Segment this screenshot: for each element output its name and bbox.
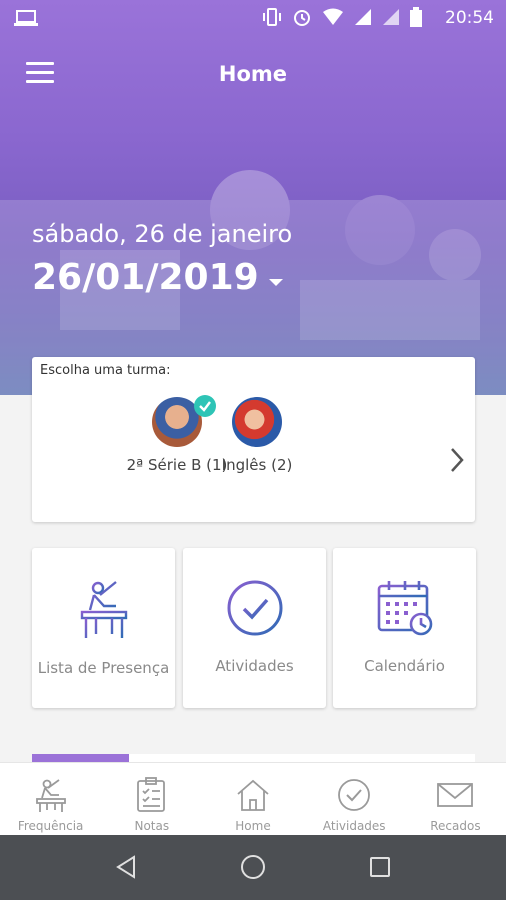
status-bar: 20:54 — [0, 0, 506, 36]
class-item-ingles[interactable]: Inglês (2) — [202, 397, 312, 475]
date-picker[interactable]: 26/01/2019 — [32, 257, 283, 298]
signal-icon — [354, 8, 372, 30]
wifi-icon — [322, 8, 344, 30]
signal-2-icon — [382, 8, 400, 30]
class-selector-title: Escolha uma turma: — [40, 363, 171, 378]
home-circle-icon[interactable] — [241, 855, 265, 879]
back-icon[interactable] — [115, 855, 137, 883]
tile-calendar[interactable]: Calendário — [333, 548, 476, 708]
clipboard-icon — [134, 777, 170, 817]
nav-item-frequencia[interactable]: Frequência — [0, 763, 101, 835]
nav-item-recados[interactable]: Recados — [405, 763, 506, 835]
class-avatar — [232, 397, 282, 447]
tile-label: Atividades — [215, 657, 294, 675]
desk-student-icon — [33, 779, 69, 817]
nav-item-notas[interactable]: Notas — [101, 763, 202, 835]
calendar-clock-icon — [333, 578, 476, 642]
vibrate-icon — [262, 7, 282, 31]
nav-label: Home — [235, 819, 271, 833]
app-bar: Home — [0, 50, 506, 100]
class-selector-card: Escolha uma turma: 2ª Série B (1) Inglês… — [32, 357, 475, 522]
nav-item-home[interactable]: Home — [202, 763, 303, 835]
desk-student-icon — [32, 578, 175, 644]
nav-label: Recados — [430, 819, 481, 833]
battery-icon — [410, 7, 422, 31]
nav-label: Notas — [134, 819, 170, 833]
system-nav-bar — [0, 835, 506, 900]
bottom-nav: Frequência Notas Home Atividades Recados — [0, 762, 506, 835]
nav-label: Atividades — [322, 819, 386, 833]
status-time: 20:54 — [445, 8, 494, 28]
mail-icon — [436, 783, 474, 817]
check-circle-icon — [336, 779, 372, 817]
tile-activities[interactable]: Atividades — [183, 548, 326, 708]
nav-label: Frequência — [17, 819, 84, 833]
nav-item-atividades[interactable]: Atividades — [304, 763, 405, 835]
chevron-right-icon[interactable] — [449, 447, 465, 477]
recents-icon[interactable] — [370, 857, 390, 877]
alarm-icon — [292, 7, 312, 31]
check-circle-icon — [183, 578, 326, 642]
tile-label: Calendário — [364, 657, 445, 675]
class-label: Inglês (2) — [221, 456, 293, 474]
progress-bar — [32, 754, 475, 762]
laptop-icon — [14, 9, 38, 31]
date-long: sábado, 26 de janeiro — [32, 220, 293, 248]
tile-label: Lista de Presença — [37, 659, 170, 677]
home-icon — [235, 779, 271, 817]
tile-attendance[interactable]: Lista de Presença — [32, 548, 175, 708]
date-value: 26/01/2019 — [32, 257, 259, 298]
progress-fill — [32, 754, 130, 762]
page-title: Home — [218, 62, 288, 86]
caret-down-icon — [268, 279, 283, 286]
